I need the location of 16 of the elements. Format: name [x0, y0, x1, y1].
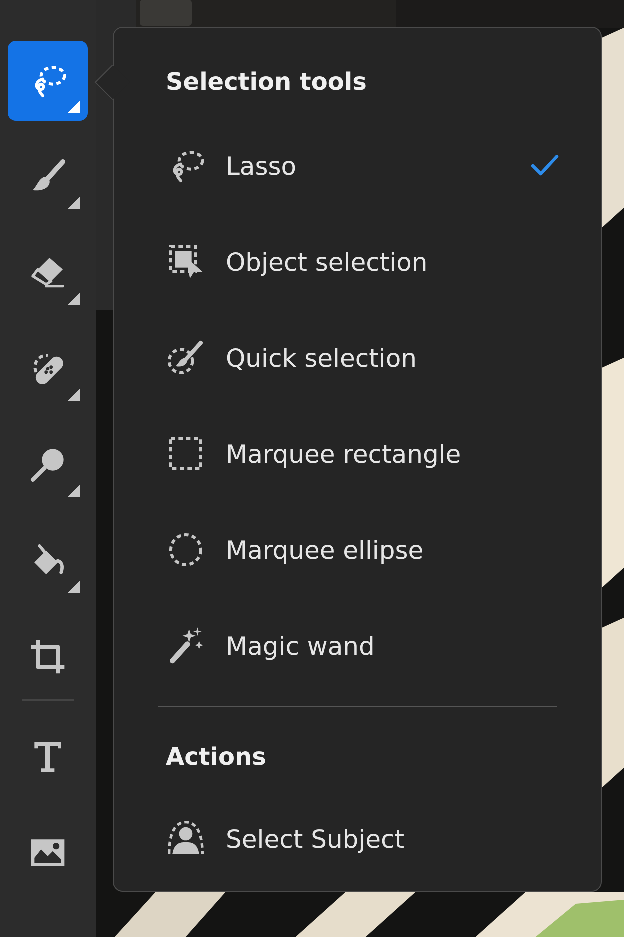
section-heading: Actions	[166, 742, 268, 773]
menu-item[interactable]: Object selection	[158, 214, 557, 310]
submenu-triangle-icon	[68, 293, 80, 305]
submenu-triangle-icon	[68, 197, 80, 209]
menu-item[interactable]: Magic wand	[158, 598, 557, 694]
menu-item[interactable]: Select Subject	[158, 791, 557, 887]
submenu-triangle-icon	[68, 101, 80, 113]
section-heading: Selection tools	[166, 67, 368, 98]
menu-item[interactable]: Marquee rectangle	[158, 406, 557, 502]
menu-item[interactable]: Marquee ellipse	[158, 502, 557, 598]
menu-item[interactable]: Quick selection	[158, 310, 557, 406]
submenu-triangle-icon	[68, 485, 80, 497]
submenu-triangle-icon	[68, 389, 80, 401]
submenu-triangle-icon	[68, 581, 80, 593]
tool-button[interactable]	[8, 41, 88, 121]
menu-item[interactable]: Lasso	[158, 118, 557, 214]
